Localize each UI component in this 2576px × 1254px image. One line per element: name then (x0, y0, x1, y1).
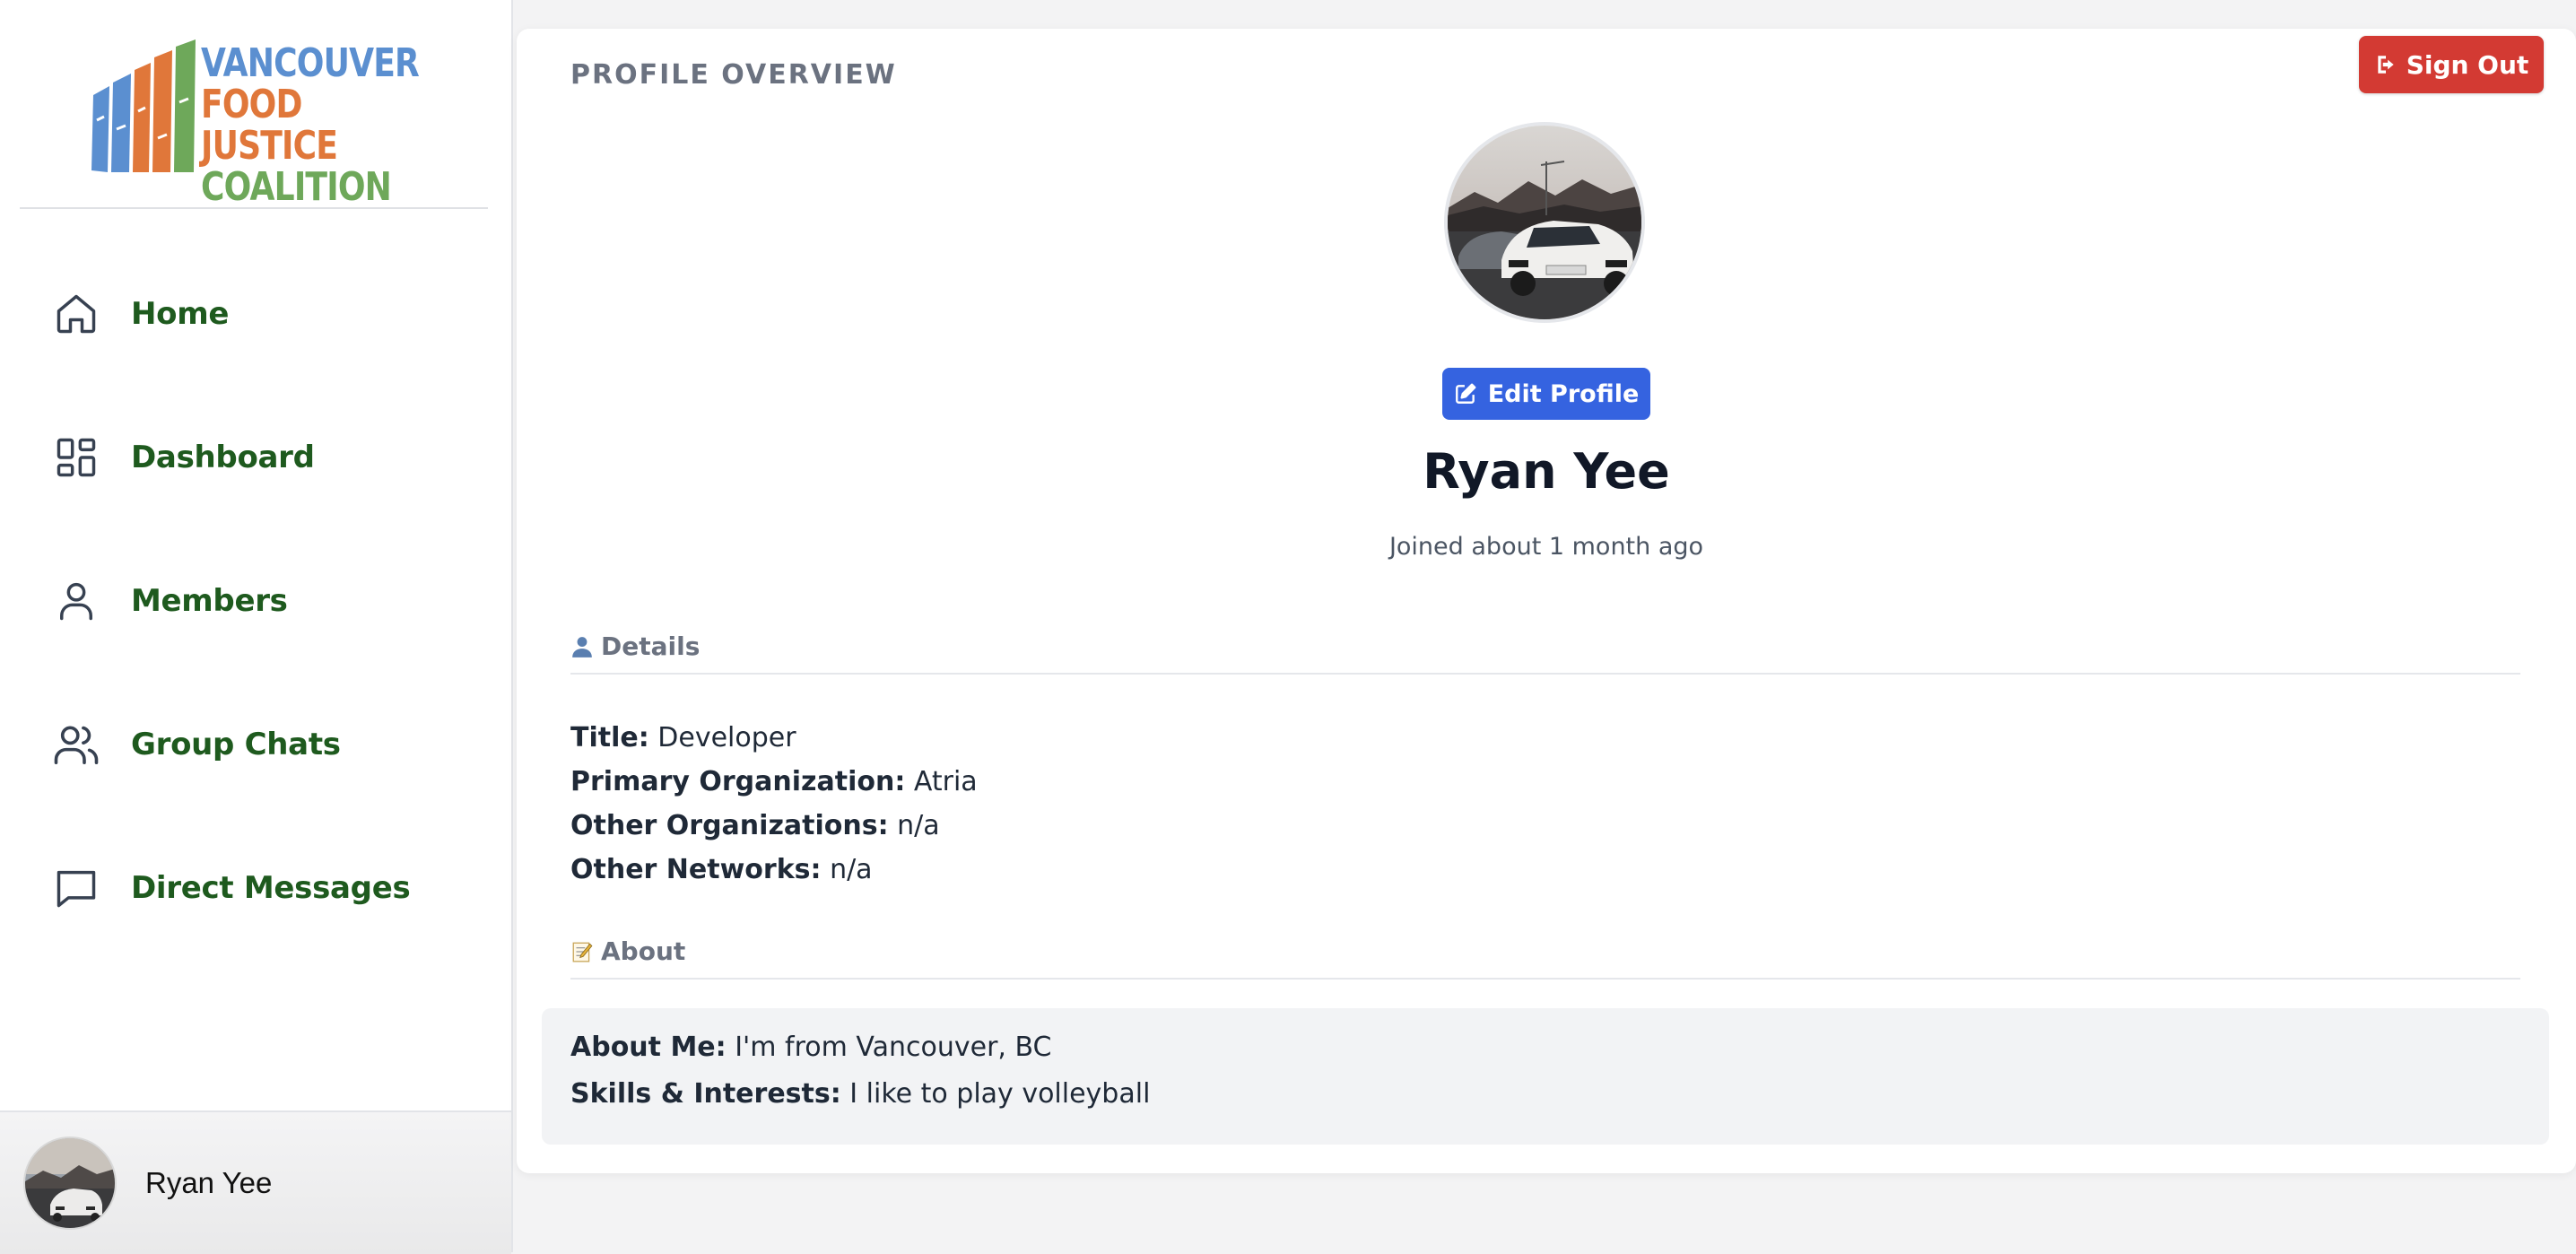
detail-value: n/a (897, 810, 940, 841)
profile-card: PROFILE OVERVIEW Sign Out Edit Profile R… (517, 29, 2576, 1173)
sidebar-item-group-chats[interactable]: Group Chats (0, 673, 511, 816)
sign-out-button[interactable]: Sign Out (2359, 36, 2544, 93)
about-section: About Me: I'm from Vancouver, BC Skills … (542, 1008, 2549, 1145)
edit-icon (1454, 382, 1477, 405)
coalition-logo[interactable]: VANCOUVER FOOD JUSTICE COALITION (90, 39, 431, 208)
sidebar-item-label: Dashboard (131, 440, 315, 475)
logo-line-3: COALITION (201, 164, 392, 210)
detail-value: n/a (830, 854, 873, 885)
edit-profile-button[interactable]: Edit Profile (1442, 368, 1650, 420)
about-value: I'm from Vancouver, BC (735, 1032, 1052, 1063)
sidebar-item-dashboard[interactable]: Dashboard (0, 386, 511, 529)
logo-line-2: FOOD JUSTICE (201, 82, 338, 169)
current-user-name: Ryan Yee (145, 1166, 273, 1199)
about-me: About Me: I'm from Vancouver, BC (570, 1032, 1051, 1063)
detail-title: Title: Developer (570, 716, 978, 760)
user-icon (52, 577, 100, 625)
detail-other-networks: Other Networks: n/a (570, 848, 978, 892)
logo-wordmark: VANCOUVER FOOD JUSTICE COALITION (201, 40, 420, 210)
detail-value: Developer (657, 722, 796, 753)
avatar (23, 1136, 117, 1230)
dashboard-icon (52, 433, 100, 482)
details-header: Details (570, 631, 700, 661)
details-divider (570, 673, 2520, 675)
about-label: Skills & Interests: (570, 1078, 841, 1110)
skills-interests: Skills & Interests: I like to play volle… (570, 1078, 1150, 1110)
memo-icon (570, 940, 594, 963)
sidebar-item-label: Home (131, 296, 230, 332)
detail-value: Atria (913, 766, 978, 797)
sidebar-item-label: Group Chats (131, 727, 341, 762)
home-icon (52, 290, 100, 338)
detail-label: Other Networks: (570, 854, 822, 885)
logo-mark-icon (91, 39, 196, 172)
sidebar-item-members[interactable]: Members (0, 529, 511, 673)
detail-label: Primary Organization: (570, 766, 906, 797)
users-icon (52, 720, 100, 769)
sidebar-item-home[interactable]: Home (0, 242, 511, 386)
sidebar-divider (20, 207, 488, 209)
chat-bubble-icon (52, 864, 100, 912)
details-list: Title: Developer Primary Organization: A… (570, 716, 978, 892)
edit-profile-label: Edit Profile (1487, 379, 1640, 408)
about-divider (570, 978, 2520, 980)
details-header-label: Details (601, 631, 701, 661)
joined-date: Joined about 1 month ago (1388, 533, 1704, 561)
about-label: About Me: (570, 1032, 727, 1063)
profile-photo (1444, 122, 1645, 323)
sidebar-nav: Home Dashboard Members Group Chats Direc… (0, 242, 511, 960)
detail-label: Title: (570, 722, 649, 753)
detail-other-organizations: Other Organizations: n/a (570, 804, 978, 848)
profile-name: Ryan Yee (1423, 443, 1670, 500)
logo-line-1: VANCOUVER (201, 40, 420, 86)
detail-primary-organization: Primary Organization: Atria (570, 760, 978, 804)
sidebar: VANCOUVER FOOD JUSTICE COALITION Home Da… (0, 0, 513, 1254)
person-icon (570, 635, 594, 658)
detail-label: Other Organizations: (570, 810, 889, 841)
sidebar-item-direct-messages[interactable]: Direct Messages (0, 816, 511, 960)
about-header: About (570, 936, 685, 966)
current-user[interactable]: Ryan Yee (0, 1110, 511, 1254)
sidebar-item-label: Direct Messages (131, 870, 411, 906)
sidebar-item-label: Members (131, 583, 288, 619)
sign-out-icon (2374, 53, 2398, 76)
about-header-label: About (601, 936, 686, 966)
sign-out-label: Sign Out (2406, 49, 2529, 80)
about-value: I like to play volleyball (849, 1078, 1151, 1110)
page-title: PROFILE OVERVIEW (570, 59, 897, 91)
